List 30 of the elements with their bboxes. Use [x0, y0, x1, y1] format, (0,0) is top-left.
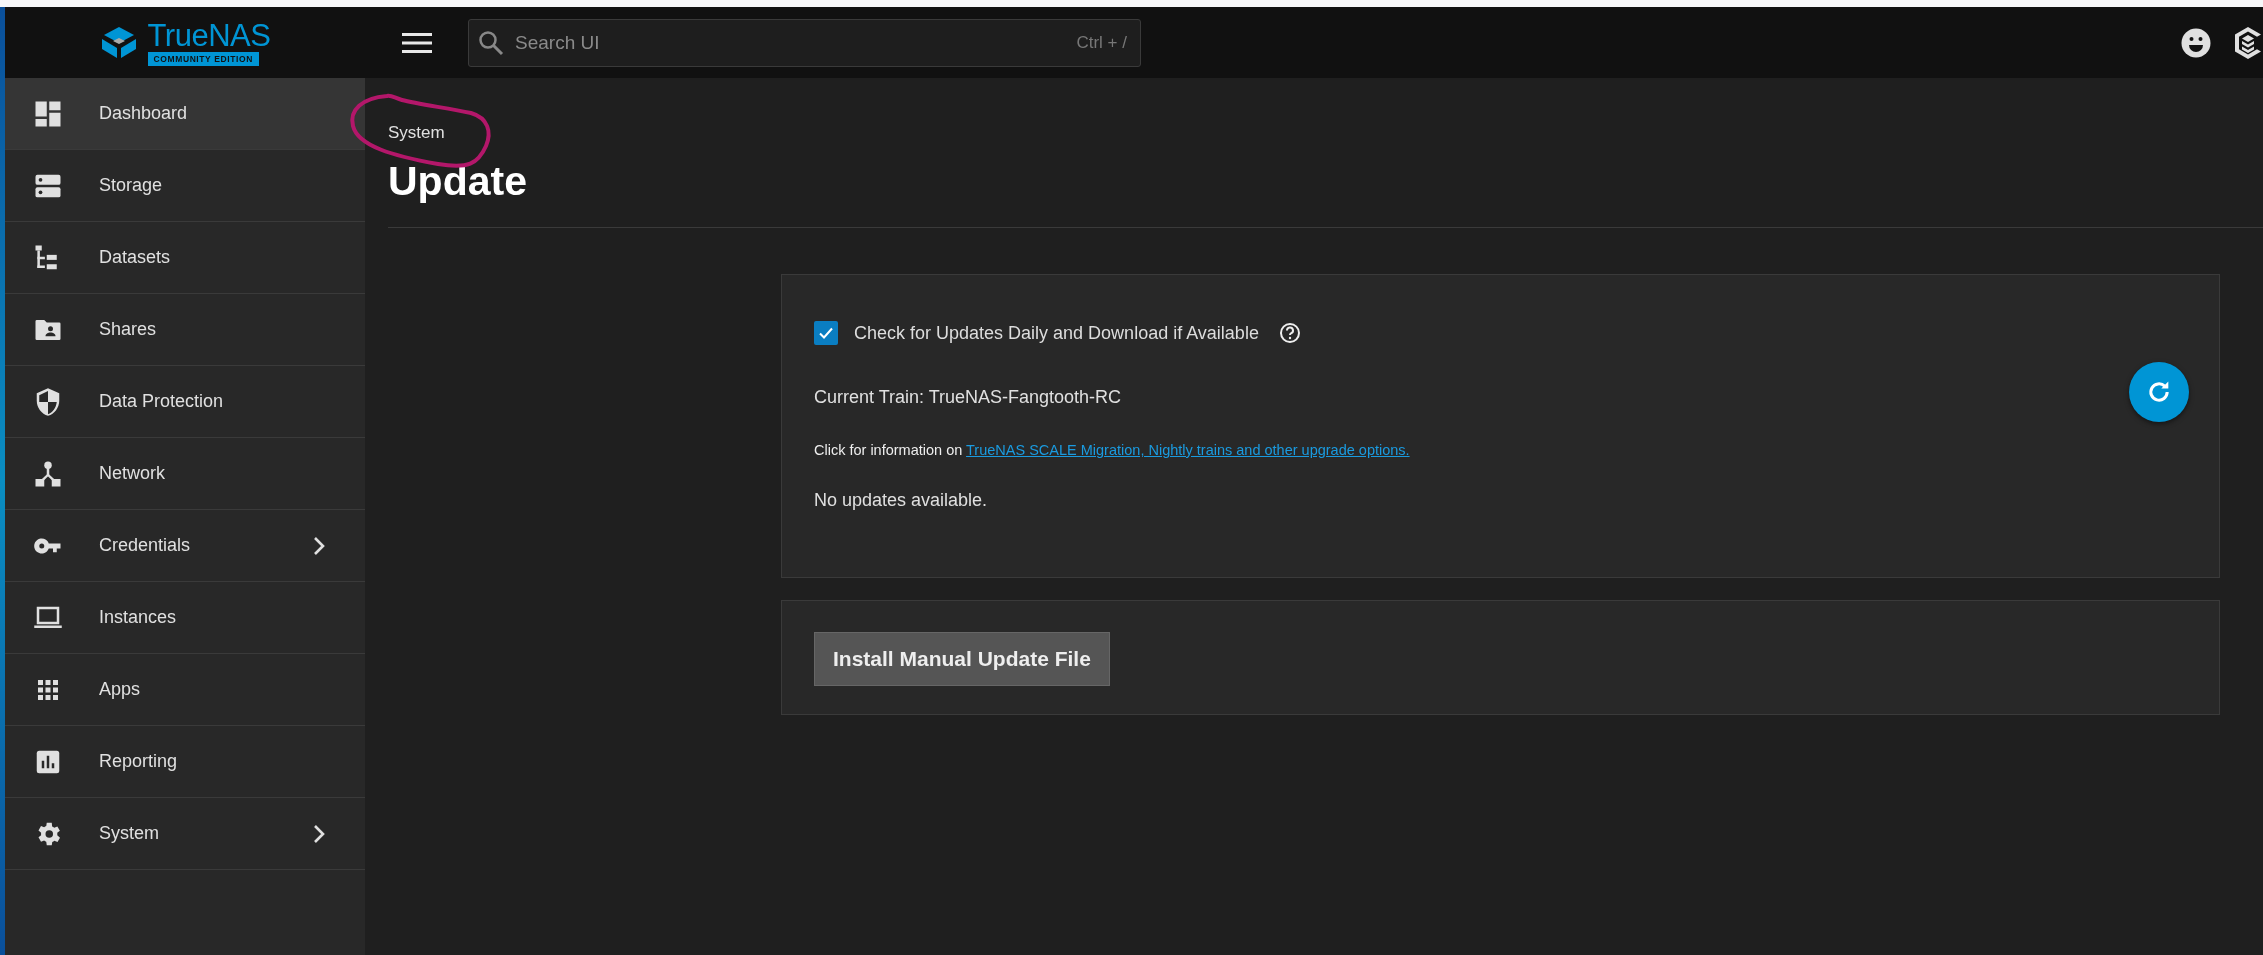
shortcut-hint: Ctrl + / [1076, 32, 1127, 53]
sidebar-item[interactable]: Data Protection [5, 366, 365, 438]
sidebar-item[interactable]: Credentials [5, 510, 365, 582]
page-title: Update [388, 157, 528, 206]
brand-name: TrueNAS [147, 19, 271, 52]
info-text: Click for information on TrueNAS SCALE Migration, Nightly trains and other upgrade options. [814, 442, 1410, 458]
sidebar-item[interactable]: Datasets [5, 222, 365, 294]
refresh-button[interactable] [2129, 362, 2189, 422]
sidebar-item[interactable]: Dashboard [5, 78, 365, 150]
cube-logo-icon [99, 25, 138, 60]
help-icon[interactable] [1278, 322, 1301, 344]
sidebar-item[interactable]: Network [5, 438, 365, 510]
sidebar-item[interactable]: System [5, 798, 365, 870]
breadcrumb[interactable]: System [388, 123, 445, 143]
cube-emblem-icon[interactable] [2233, 25, 2263, 60]
edition-badge: COMMUNITY EDITION [147, 51, 259, 66]
smiley-icon[interactable] [2181, 27, 2211, 58]
sidebar-item[interactable]: Storage [5, 150, 365, 222]
sidebar-item[interactable]: Instances [5, 582, 365, 654]
checkbox[interactable] [814, 321, 838, 345]
current-train-text: Current Train: TrueNAS-Fangtooth-RC [814, 387, 1122, 408]
checkbox-label: Check for Updates Daily and Download if Available [854, 322, 1259, 344]
sidebar-item[interactable]: Reporting [5, 726, 365, 798]
status-text: No updates available. [814, 490, 988, 511]
menu-icon[interactable] [402, 31, 432, 54]
install-manual-update-button[interactable]: Install Manual Update File [814, 632, 1110, 686]
search-icon [478, 29, 504, 56]
sidebar-item[interactable]: Shares [5, 294, 365, 366]
sidebar-item[interactable]: Apps [5, 654, 365, 726]
info-link[interactable]: TrueNAS SCALE Migration, Nightly trains and other upgrade options. [966, 442, 1410, 458]
